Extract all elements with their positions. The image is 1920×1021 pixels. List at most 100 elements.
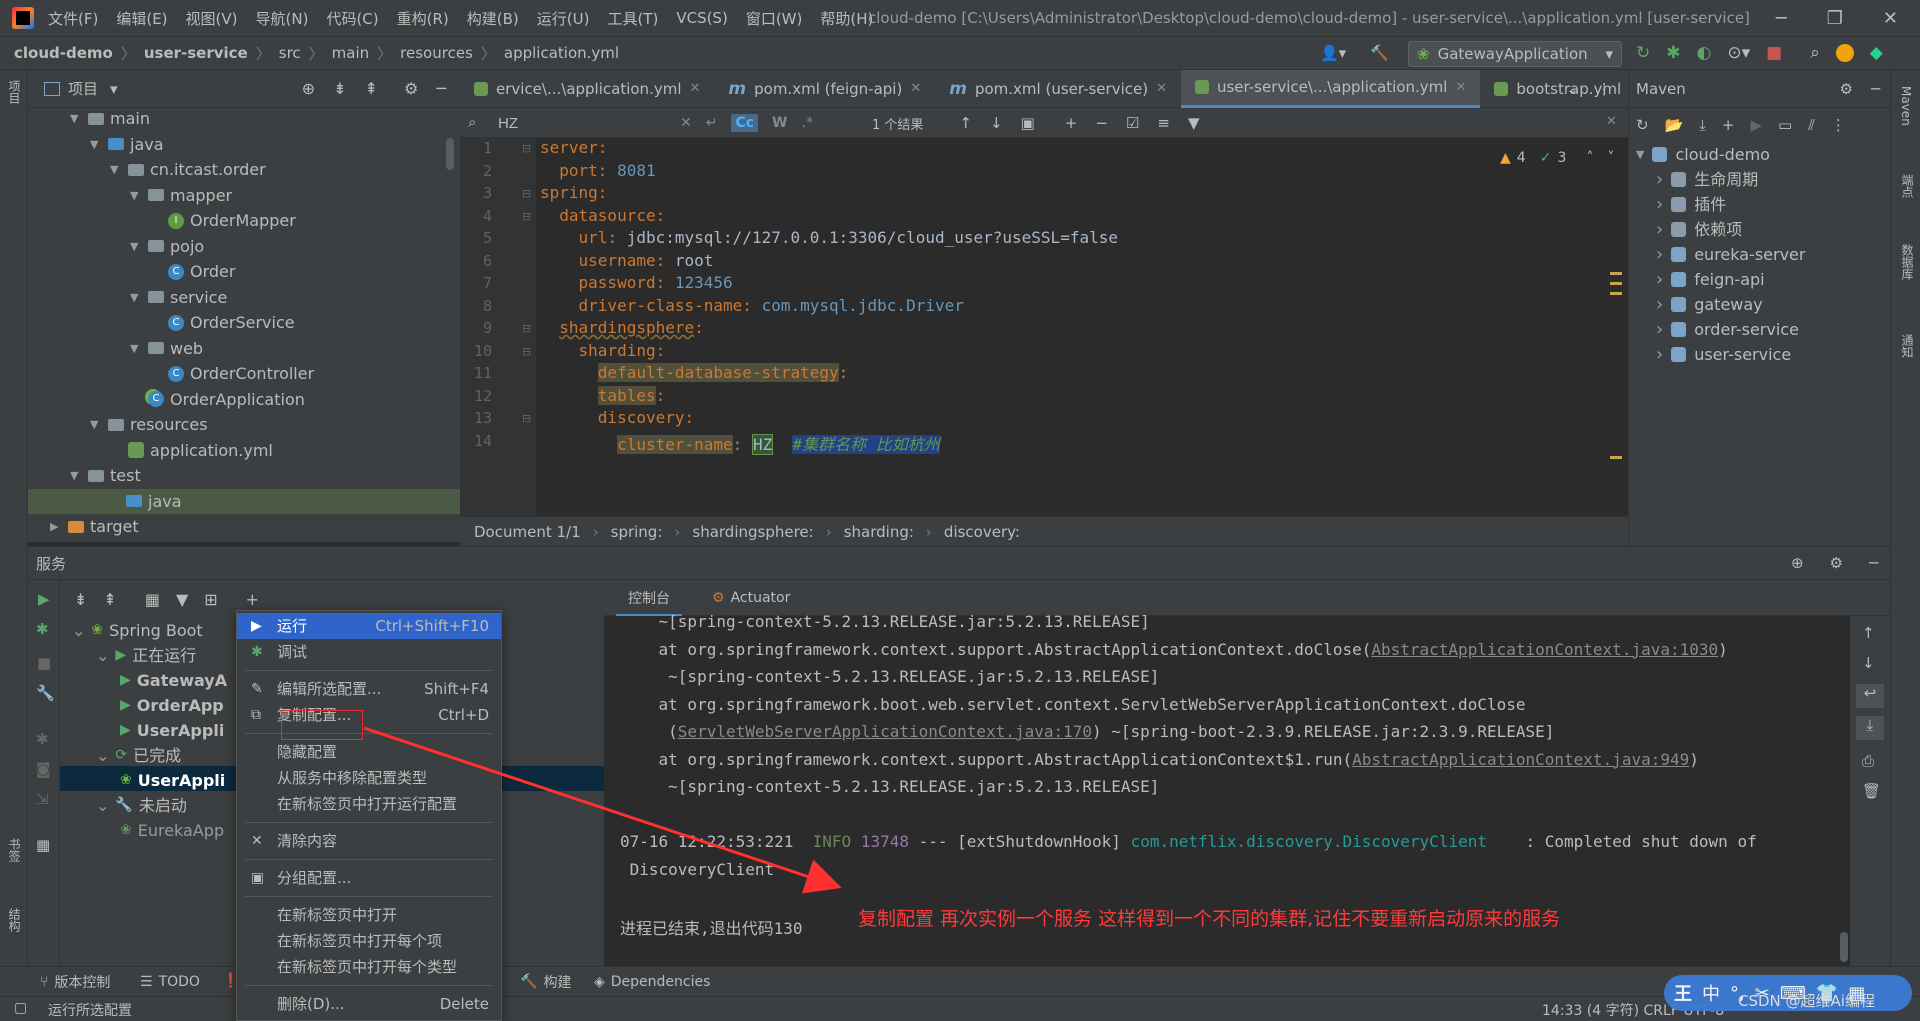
regex-toggle[interactable]: .* [802,115,813,131]
chevron-down-icon[interactable]: ⌄ [96,643,109,668]
project-tree-node[interactable]: ▼ resources [90,412,208,437]
editor-tab[interactable]: ervice\...\application.yml ✕ [460,70,714,108]
chevron-right-icon[interactable]: › [1656,267,1663,292]
globe-icon[interactable]: ⊕ [1791,554,1804,572]
run-config-selector[interactable]: ❀ GatewayApplication ▾ [1408,41,1622,67]
editor-path-item[interactable]: spring: [611,523,663,541]
chevron-right-icon[interactable]: › [1656,317,1663,342]
run-icon[interactable]: ▶ [38,590,50,608]
scroll-to-end-icon[interactable]: ⤓ [1856,716,1884,740]
stacktrace-link[interactable]: AbstractApplicationContext.java:1030 [1371,640,1718,659]
close-tab-icon[interactable]: ✕ [910,81,921,96]
menu-item[interactable]: 编辑(E) [114,8,169,29]
maven-item[interactable]: › user-service [1656,342,1791,367]
context-menu-item[interactable]: ✱ 调试 [237,639,501,665]
fold-icon[interactable]: ⊟ [522,210,531,223]
menu-item[interactable]: 构建(B) [465,8,521,29]
maven-root[interactable]: ▼ cloud-demo [1636,142,1770,167]
inspection-widget[interactable]: ▲ 4 ✓ 3 ˄ ˅ [1500,150,1614,166]
editor-path-item[interactable]: shardingsphere: [692,523,813,541]
stripe-project-tab[interactable]: 项目 [6,80,23,104]
chevron-up-icon[interactable]: ˄ [1586,150,1593,166]
filter-icon[interactable]: ▼ [176,590,188,609]
tab-actuator[interactable]: Actuator [731,590,791,606]
tab-console[interactable]: 控制台 [616,580,682,617]
camera-icon[interactable]: ◙ [36,760,51,778]
down-arrow-icon[interactable]: ↓ [1862,654,1875,672]
add-icon[interactable]: + [1722,116,1735,134]
print-icon[interactable]: ⎙ [1862,752,1874,770]
soft-wrap-icon[interactable]: ↩ [1856,684,1884,708]
close-tab-icon[interactable]: ✕ [690,81,701,96]
project-tree-node[interactable]: C Order [150,259,235,284]
stripe-bookmarks-tab[interactable]: 书签 [6,838,23,862]
editor-tab[interactable]: user-service\...\application.yml ✕ [1180,69,1481,108]
exit-icon[interactable]: ⇲ [36,790,49,808]
chevron-down-icon[interactable]: ⌄ [72,618,85,643]
breadcrumb-item[interactable]: cloud-demo [14,44,113,62]
chevron-down-icon[interactable]: ▾ [110,80,118,98]
menu-item[interactable]: 工具(T) [605,8,660,29]
collapse-all-icon[interactable]: ⇞ [365,79,378,98]
fold-icon[interactable]: ⊟ [522,187,531,200]
select-all-icon[interactable]: ▣ [1021,114,1035,132]
chevron-down-icon[interactable]: ˅ [1607,150,1614,166]
context-menu-item[interactable]: 删除(D)... Delete [237,991,501,1017]
service-tree-node[interactable]: ❀ UserAppli [120,768,225,793]
hide-icon[interactable]: ─ [1869,554,1878,572]
service-tree-node[interactable]: ❀ EurekaApp [120,818,224,843]
new-tab-icon[interactable]: ⊞ [204,590,217,609]
clear-icon[interactable]: ✕ [680,115,692,131]
project-tree-node[interactable]: C OrderApplication [130,387,305,412]
stripe-maven-tab[interactable]: Maven [1899,86,1913,126]
chevron-right-icon[interactable]: › [1656,242,1663,267]
service-tree-node[interactable]: ▶ OrderApp [120,693,224,718]
more-icon[interactable]: ⋮ [1831,116,1846,134]
expand-all-icon[interactable]: ⇟ [333,79,346,98]
breadcrumb-item[interactable]: src [279,44,301,62]
more-icon[interactable]: ⋮ [1597,80,1612,98]
chevron-right-icon[interactable]: › [1656,167,1663,192]
project-tree-node[interactable]: C OrderController [150,361,314,386]
chevron-down-icon[interactable]: ▼ [90,132,102,157]
wrench-icon[interactable]: 🔧 [36,684,55,702]
context-menu-item[interactable]: 从服务中移除配置类型 [237,765,501,791]
gear-icon[interactable]: ⚙ [1840,80,1853,98]
gear-icon[interactable]: ⚙ [1830,554,1843,572]
chevron-right-icon[interactable]: › [1656,192,1663,217]
context-menu-item[interactable]: 在新标签页中打开每个类型 [237,954,501,980]
context-menu-item[interactable]: 在新标签页中打开每个项 [237,928,501,954]
group-icon[interactable]: ▦ [145,590,160,609]
project-tree-node[interactable]: ▶ target [50,514,139,539]
project-tree-node[interactable]: ▼ cn.itcast.order [110,157,266,182]
reload-icon[interactable]: ↻ [1636,116,1649,134]
remove-occurrence-icon[interactable]: − [1095,114,1108,132]
menu-item[interactable]: 窗口(W) [744,8,805,29]
maven-item[interactable]: › gateway [1656,292,1763,317]
coverage-icon[interactable]: ◐ [1697,43,1712,63]
chevron-right-icon[interactable]: › [1656,217,1663,242]
chevron-down-icon[interactable]: ▼ [130,234,142,259]
fold-icon[interactable]: ⊟ [522,412,531,425]
debug-icon[interactable]: ✱ [1666,43,1680,63]
service-tree-node[interactable]: ▶ GatewayA [120,668,227,693]
project-tree-node[interactable]: ▼ service [130,285,227,310]
bug-icon[interactable]: ✱ [36,730,49,748]
chevron-down-icon[interactable]: ⌄ [96,793,109,818]
chevron-down-icon[interactable]: ▼ [110,157,122,182]
project-tree-node[interactable]: ▼ main [70,108,150,131]
build-hammer-icon[interactable]: 🔨 [1370,44,1389,62]
maven-item[interactable]: › 生命周期 [1656,167,1758,192]
expand-all-icon[interactable]: ⇟ [74,590,87,609]
editor-path-item[interactable]: Document 1/1 [474,523,581,541]
context-menu-item[interactable]: ▶ 运行 Ctrl+Shift+F10 [237,613,501,639]
service-tree-node[interactable]: ⌄ ⟳ 已完成 [96,743,181,768]
restore-icon[interactable]: ❐ [1827,8,1843,29]
menu-item[interactable]: 文件(F) [46,8,100,29]
breadcrumb-item[interactable]: application.yml [504,44,619,62]
editor-path-item[interactable]: discovery: [944,523,1020,541]
locate-icon[interactable]: ⊕ [302,79,315,98]
toggle-offline-icon[interactable]: ⫽ [1808,116,1815,134]
context-menu-item[interactable]: 在新标签页中打开运行配置 [237,791,501,817]
collapse-all-icon[interactable]: ⇞ [103,590,116,609]
